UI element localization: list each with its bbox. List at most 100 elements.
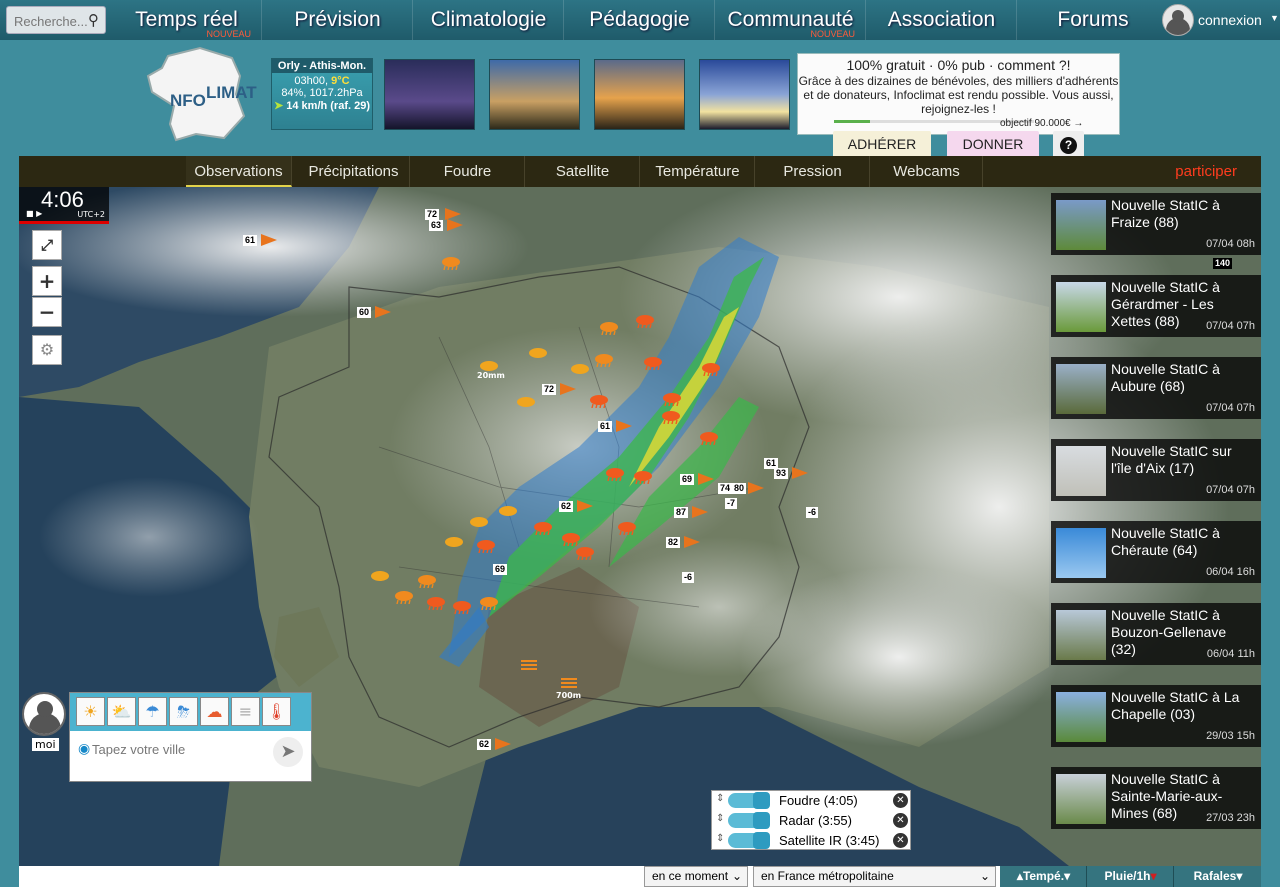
rain-cloud-icon[interactable]	[476, 538, 496, 554]
fog-icon[interactable]: ≡	[231, 697, 260, 726]
avatar[interactable]	[1162, 4, 1194, 36]
moment-select[interactable]: en ce moment ⌄	[644, 866, 748, 887]
rain-cloud-icon[interactable]	[533, 520, 553, 536]
drag-handle-icon[interactable]: ⇕	[716, 793, 724, 804]
tab-precipitations[interactable]: Précipitations	[298, 156, 410, 187]
chevron-down-icon[interactable]: ▼	[1270, 13, 1279, 23]
sort-rafales[interactable]: Rafales▾	[1175, 866, 1261, 887]
rain-cloud-icon[interactable]	[643, 355, 663, 371]
nav-communaute[interactable]: Communauté NOUVEAU	[716, 0, 866, 40]
sun-cloud-icon[interactable]: ⛅	[107, 697, 136, 726]
news-item[interactable]: Nouvelle StatIC à Sainte-Marie-aux-Mines…	[1051, 767, 1261, 829]
sun-cloud-icon[interactable]	[498, 502, 518, 516]
city-input[interactable]: Tapez votre ville	[92, 742, 185, 757]
infoclimat-logo[interactable]: NFO LIMAT	[140, 46, 265, 142]
sun-icon[interactable]: ☀	[76, 697, 105, 726]
wind-gust-label[interactable]: 72	[425, 209, 440, 220]
news-item[interactable]: Nouvelle StatIC à Bouzon-Gellenave (32) 0…	[1051, 603, 1261, 665]
tab-satellite[interactable]: Satellite	[526, 156, 640, 187]
sort-pluie[interactable]: Pluie/1h▾	[1088, 866, 1174, 887]
wind-gust-label[interactable]: 87	[674, 507, 689, 518]
rain-cloud-icon[interactable]	[599, 320, 619, 336]
tab-temperature[interactable]: Température	[641, 156, 755, 187]
fog-icon[interactable]	[519, 657, 539, 671]
temperature-label[interactable]: -7	[725, 498, 738, 509]
wind-gust-label[interactable]: 69	[493, 564, 508, 575]
news-item[interactable]: Nouvelle StatIC à Fraize (88) 07/04 08h	[1051, 193, 1261, 255]
rain-cloud-icon[interactable]	[635, 313, 655, 329]
news-item[interactable]: Nouvelle StatIC sur l'île d'Aix (17) 07/0…	[1051, 439, 1261, 501]
search-box[interactable]: Recherche... ⚲	[6, 6, 106, 34]
wind-gust-label[interactable]: 60	[357, 307, 372, 318]
wind-gust-label[interactable]: 62	[477, 739, 492, 750]
layer-satellite[interactable]: ⇕ Satellite IR (3:45) ✕	[712, 831, 912, 851]
webcam-thumbnail[interactable]	[489, 59, 580, 130]
rain-cloud-icon[interactable]	[661, 409, 681, 425]
user-avatar[interactable]	[22, 692, 66, 736]
sun-cloud-icon[interactable]	[516, 393, 536, 407]
donner-button[interactable]: DONNER	[947, 131, 1039, 158]
drag-handle-icon[interactable]: ⇕	[716, 833, 724, 844]
layer-foudre[interactable]: ⇕ Foudre (4:05) ✕	[712, 791, 912, 811]
hail-icon[interactable]: ☁	[200, 697, 229, 726]
wind-gust-label[interactable]: 93	[774, 468, 789, 479]
rain-cloud-icon[interactable]	[575, 545, 595, 561]
rain-cloud-icon[interactable]	[417, 573, 437, 589]
storm-icon[interactable]: ⛈	[169, 697, 198, 726]
news-item[interactable]: Nouvelle StatIC à La Chapelle (03) 29/03 …	[1051, 685, 1261, 747]
rain-cloud-icon[interactable]	[699, 430, 719, 446]
rain-cloud-icon[interactable]	[633, 469, 653, 485]
rain-cloud-icon[interactable]	[426, 595, 446, 611]
rain-cloud-icon[interactable]	[617, 520, 637, 536]
time-display[interactable]: 4:06 ■ ▶ UTC+2	[19, 187, 109, 224]
webcam-thumbnail[interactable]	[699, 59, 790, 130]
layer-radar[interactable]: ⇕ Radar (3:55) ✕	[712, 811, 912, 831]
news-item[interactable]: Nouvelle StatIC à Chéraute (64) 06/04 16h	[1051, 521, 1261, 583]
login-menu[interactable]: connexion ▼	[1162, 4, 1279, 36]
tab-webcams[interactable]: Webcams	[871, 156, 983, 187]
participer-link[interactable]: participer	[1175, 156, 1237, 187]
layer-toggle[interactable]	[728, 812, 770, 829]
sun-cloud-icon[interactable]	[528, 344, 548, 358]
adherer-button[interactable]: ADHÉRER	[833, 131, 931, 158]
wind-gust-label[interactable]: 82	[666, 537, 681, 548]
nav-temps-reel[interactable]: Temps réel NOUVEAU	[112, 0, 262, 40]
rain-cloud-icon[interactable]	[594, 352, 614, 368]
temperature-label[interactable]: -6	[806, 507, 819, 518]
my-location-widget[interactable]: moi	[22, 692, 68, 752]
send-button[interactable]: ➤	[273, 737, 303, 767]
webcam-thumbnail[interactable]	[384, 59, 475, 130]
close-icon[interactable]: ✕	[893, 813, 908, 828]
wind-gust-label[interactable]: 63	[429, 220, 444, 231]
nav-climatologie[interactable]: Climatologie	[414, 0, 564, 40]
layer-toggle[interactable]	[728, 792, 770, 809]
sun-cloud-icon[interactable]	[479, 357, 499, 371]
news-item[interactable]: Nouvelle StatIC à Gérardmer - Les Xettes…	[1051, 275, 1261, 337]
close-icon[interactable]: ✕	[893, 833, 908, 848]
rain-cloud-icon[interactable]	[701, 361, 721, 377]
weather-map[interactable]: 72 63 61 60 72 61 62 69 74 80 61 93 87 8…	[19, 187, 1261, 866]
rain-cloud-icon[interactable]	[662, 391, 682, 407]
rain-cloud-icon[interactable]	[452, 599, 472, 615]
donation-goal[interactable]: objectif 90.000€ →	[1000, 118, 1083, 129]
nav-forums[interactable]: Forums	[1018, 0, 1168, 40]
rain-cloud-icon[interactable]	[561, 531, 581, 547]
wind-gust-label[interactable]: 72	[542, 384, 557, 395]
fog-icon[interactable]	[559, 675, 579, 689]
wind-gust-label[interactable]: 69	[680, 474, 695, 485]
nav-pedagogie[interactable]: Pédagogie	[565, 0, 715, 40]
sort-temperature[interactable]: ▴Tempé.▾	[1001, 866, 1087, 887]
sun-cloud-icon[interactable]	[469, 513, 489, 527]
temperature-icon[interactable]: 🌡	[262, 697, 291, 726]
login-label[interactable]: connexion	[1198, 12, 1262, 28]
rain-cloud-icon[interactable]	[441, 255, 461, 271]
zoom-out-button[interactable]: −	[32, 297, 62, 327]
rain-cloud-icon[interactable]	[479, 595, 499, 611]
rain-cloud-icon[interactable]	[589, 393, 609, 409]
wind-gust-label[interactable]: 61	[598, 421, 613, 432]
layer-toggle[interactable]	[728, 832, 770, 849]
sun-cloud-icon[interactable]	[444, 533, 464, 547]
tab-observations[interactable]: Observations	[186, 156, 292, 187]
search-icon[interactable]: ⚲	[88, 11, 99, 29]
rain-cloud-icon[interactable]	[394, 589, 414, 605]
